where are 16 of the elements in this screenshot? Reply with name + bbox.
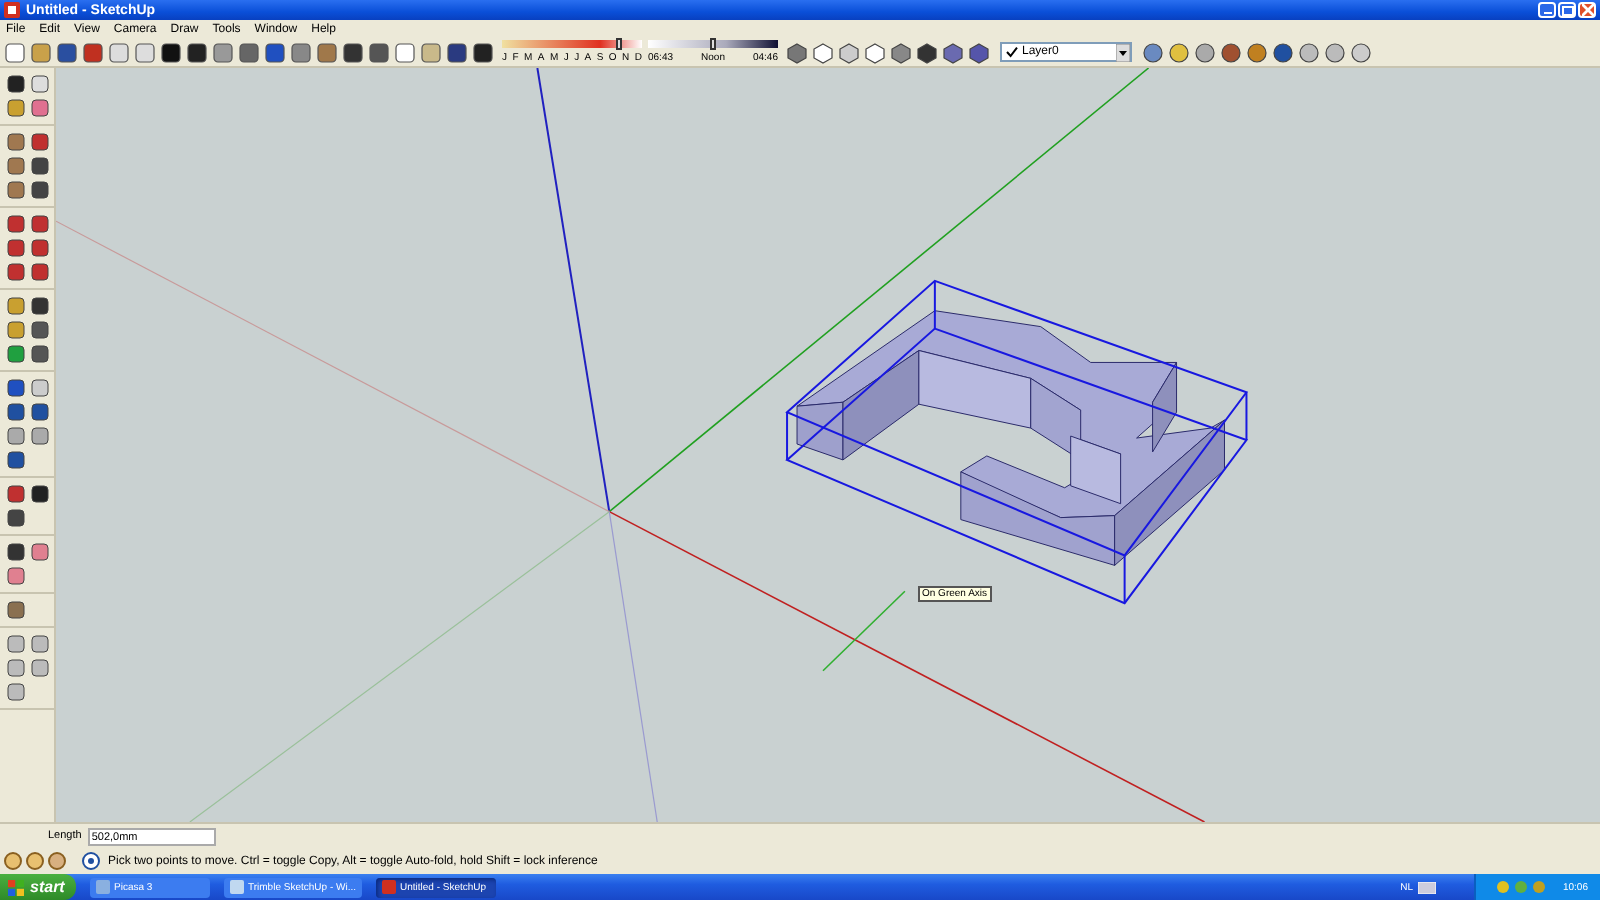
- windows-logo-icon: [8, 879, 24, 895]
- close-button[interactable]: [1578, 2, 1596, 18]
- app-icon: [96, 880, 110, 894]
- caret-icon: [1116, 43, 1130, 61]
- help-icon[interactable]: [82, 852, 100, 870]
- check-icon: [1006, 46, 1018, 58]
- slider-thumb[interactable]: [710, 38, 716, 50]
- keyboard-icon[interactable]: [1418, 881, 1437, 893]
- app-icon: [4, 2, 20, 18]
- app-icon: [230, 880, 244, 894]
- app-icon: [382, 880, 396, 894]
- maximize-button[interactable]: [1558, 2, 1576, 18]
- slider-thumb[interactable]: [616, 38, 623, 50]
- start-button[interactable]: start: [0, 874, 76, 900]
- minimize-button[interactable]: [1538, 2, 1556, 18]
- inference-line: [822, 590, 906, 672]
